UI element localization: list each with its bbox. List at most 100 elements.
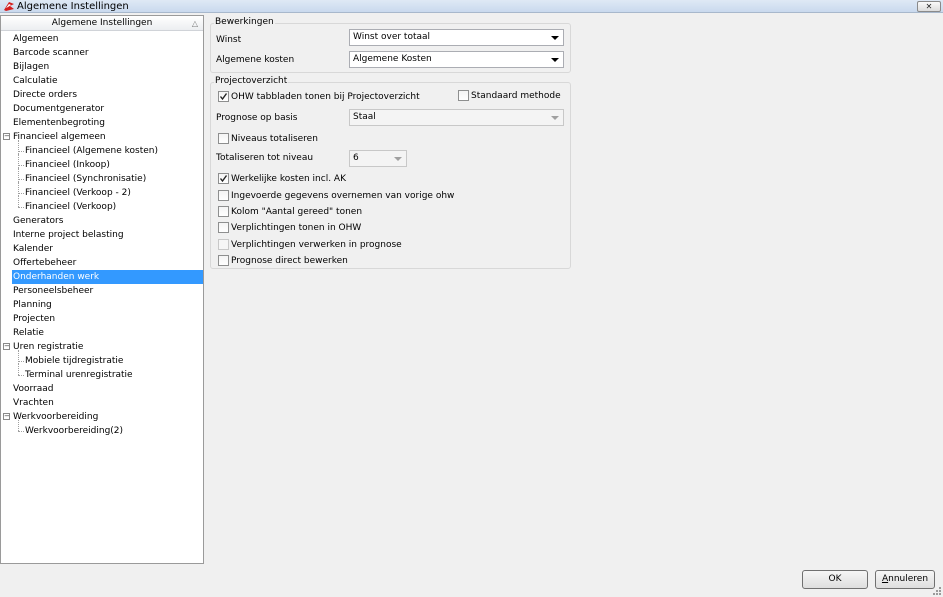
tree-item-label: Bijlagen [13,62,50,72]
tree-item[interactable]: Projecten [12,312,56,326]
option-label: Verplichtingen verwerken in prognose [231,240,402,250]
checkmark-icon [219,175,228,183]
tree-item[interactable]: Financieel (Algemene kosten) [24,144,159,158]
tree-item-label: Werkvoorbereiding(2) [25,426,124,436]
tree-item-label: Financieel (Inkoop) [25,160,110,170]
tree-item-label: Planning [13,300,52,310]
totaliseren-niveau-select[interactable]: 6 [349,150,407,167]
checkmark-icon [219,93,228,101]
winst-select-value: Winst over totaal [353,32,431,42]
tree-item-label: Interne project belasting [13,230,124,240]
sort-ascending-icon: △ [191,19,198,28]
window-title: Algemene Instellingen [17,1,129,12]
tree-item[interactable]: Elementenbegroting [12,116,106,130]
tree-item[interactable]: Vrachten [12,396,55,410]
collapse-icon[interactable]: − [3,413,10,420]
winst-label: Winst [216,35,242,45]
tree-item-label: Relatie [13,328,44,338]
tree-item-label: Voorraad [13,384,54,394]
option-checkbox[interactable] [218,222,229,233]
algemene-kosten-select-value: Algemene Kosten [353,54,432,64]
option-checkbox[interactable] [218,206,229,217]
tree-item-label: Generators [13,216,64,226]
option-checkbox[interactable] [218,255,229,266]
tree-item-label: Financieel (Synchronisatie) [25,174,147,184]
tree-item-label: Directe orders [13,90,78,100]
tree-item[interactable]: Bijlagen [12,60,50,74]
tree-connector [18,361,24,362]
tree-item[interactable]: Offertebeheer [12,256,77,270]
totaliseren-label: Totaliseren tot niveau [216,153,314,163]
option-label: Verplichtingen tonen in OHW [231,223,362,233]
option-checkbox[interactable] [218,190,229,201]
niveaus-totaliseren-checkbox[interactable] [218,133,229,144]
tree-item[interactable]: Directe orders [12,88,78,102]
tree-connector [18,179,24,180]
tree-item[interactable]: Documentgenerator [12,102,105,116]
ohw-tabs-checkbox[interactable] [218,91,229,102]
tree-item[interactable]: Kalender [12,242,54,256]
cancel-button[interactable]: Annuleren [875,570,935,589]
option-checkbox[interactable] [218,239,229,250]
option-checkbox[interactable] [218,173,229,184]
collapse-icon[interactable]: − [3,133,10,140]
tree-connector [18,431,24,432]
tree-item[interactable]: Generators [12,214,64,228]
tree-item[interactable]: Voorraad [12,382,54,396]
tree-item[interactable]: Financieel (Synchronisatie) [24,172,147,186]
settings-tree[interactable]: Algemene Instellingen △ Algemeen Barcode … [0,15,204,564]
tree-item[interactable]: Onderhanden werk [12,270,203,284]
winst-select[interactable]: Winst over totaal [349,29,564,46]
tree-item-label: Personeelsbeheer [13,286,94,296]
cancel-button-label: nnuleren [888,574,929,584]
bewerkingen-title: Bewerkingen [214,17,275,28]
tree-item[interactable]: Calculatie [12,74,59,88]
ohw-tabs-label: OHW tabbladen tonen bij Projectoverzicht [231,92,420,102]
algemene-kosten-label: Algemene kosten [216,55,295,65]
tree-item[interactable]: Terminal urenregistratie [24,368,134,382]
tree-item[interactable]: Algemeen [12,32,59,46]
chevron-down-icon [551,58,559,62]
prognose-select[interactable]: Staal [349,109,564,126]
tree-item[interactable]: Uren registratie [12,340,84,354]
option-label: Werkelijke kosten incl. AK [231,174,346,184]
tree-item-label: Uren registratie [13,342,84,352]
algemene-kosten-select[interactable]: Algemene Kosten [349,51,564,68]
tree-item[interactable]: Financieel (Inkoop) [24,158,111,172]
tree-item[interactable]: Interne project belasting [12,228,125,242]
tree-item-label: Documentgenerator [13,104,105,114]
tree-header-label: Algemene Instellingen [51,18,153,28]
resize-grip-icon[interactable] [932,586,942,596]
tree-item-label: Terminal urenregistratie [25,370,133,380]
tree-item[interactable]: Personeelsbeheer [12,284,94,298]
tree-item[interactable]: Barcode scanner [12,46,90,60]
tree-item-label: Algemeen [13,34,59,44]
option-label: Prognose direct bewerken [231,256,348,266]
chevron-down-icon [551,116,559,120]
tree-item[interactable]: Werkvoorbereiding(2) [24,424,124,438]
standaard-methode-checkbox[interactable] [458,90,469,101]
projectoverzicht-title: Projectoverzicht [214,76,289,87]
ok-button-label: OK [828,574,842,584]
tree-item[interactable]: Relatie [12,326,45,340]
tree-item[interactable]: Financieel (Verkoop - 2) [24,186,132,200]
title-bar: Algemene Instellingen ✕ [0,0,943,13]
collapse-icon[interactable]: − [3,343,10,350]
close-button[interactable]: ✕ [917,1,941,12]
tree-connector [18,196,19,207]
tree-item[interactable]: Werkvoorbereiding [12,410,99,424]
tree-item-label: Kalender [13,244,53,254]
tree-column-header[interactable]: Algemene Instellingen △ [1,16,203,31]
ok-button[interactable]: OK [802,570,868,589]
tree-item-label: Calculatie [13,76,58,86]
tree-item-label: Mobiele tijdregistratie [25,356,124,366]
close-icon: ✕ [925,2,933,11]
tree-connector [18,364,19,375]
tree-item-label: Barcode scanner [13,48,89,58]
tree-item-label: Onderhanden werk [13,272,100,282]
tree-item-label: Elementenbegroting [13,118,105,128]
tree-item[interactable]: Financieel (Verkoop) [24,200,117,214]
tree-item[interactable]: Planning [12,298,53,312]
tree-item[interactable]: Financieel algemeen [12,130,107,144]
tree-item[interactable]: Mobiele tijdregistratie [24,354,124,368]
